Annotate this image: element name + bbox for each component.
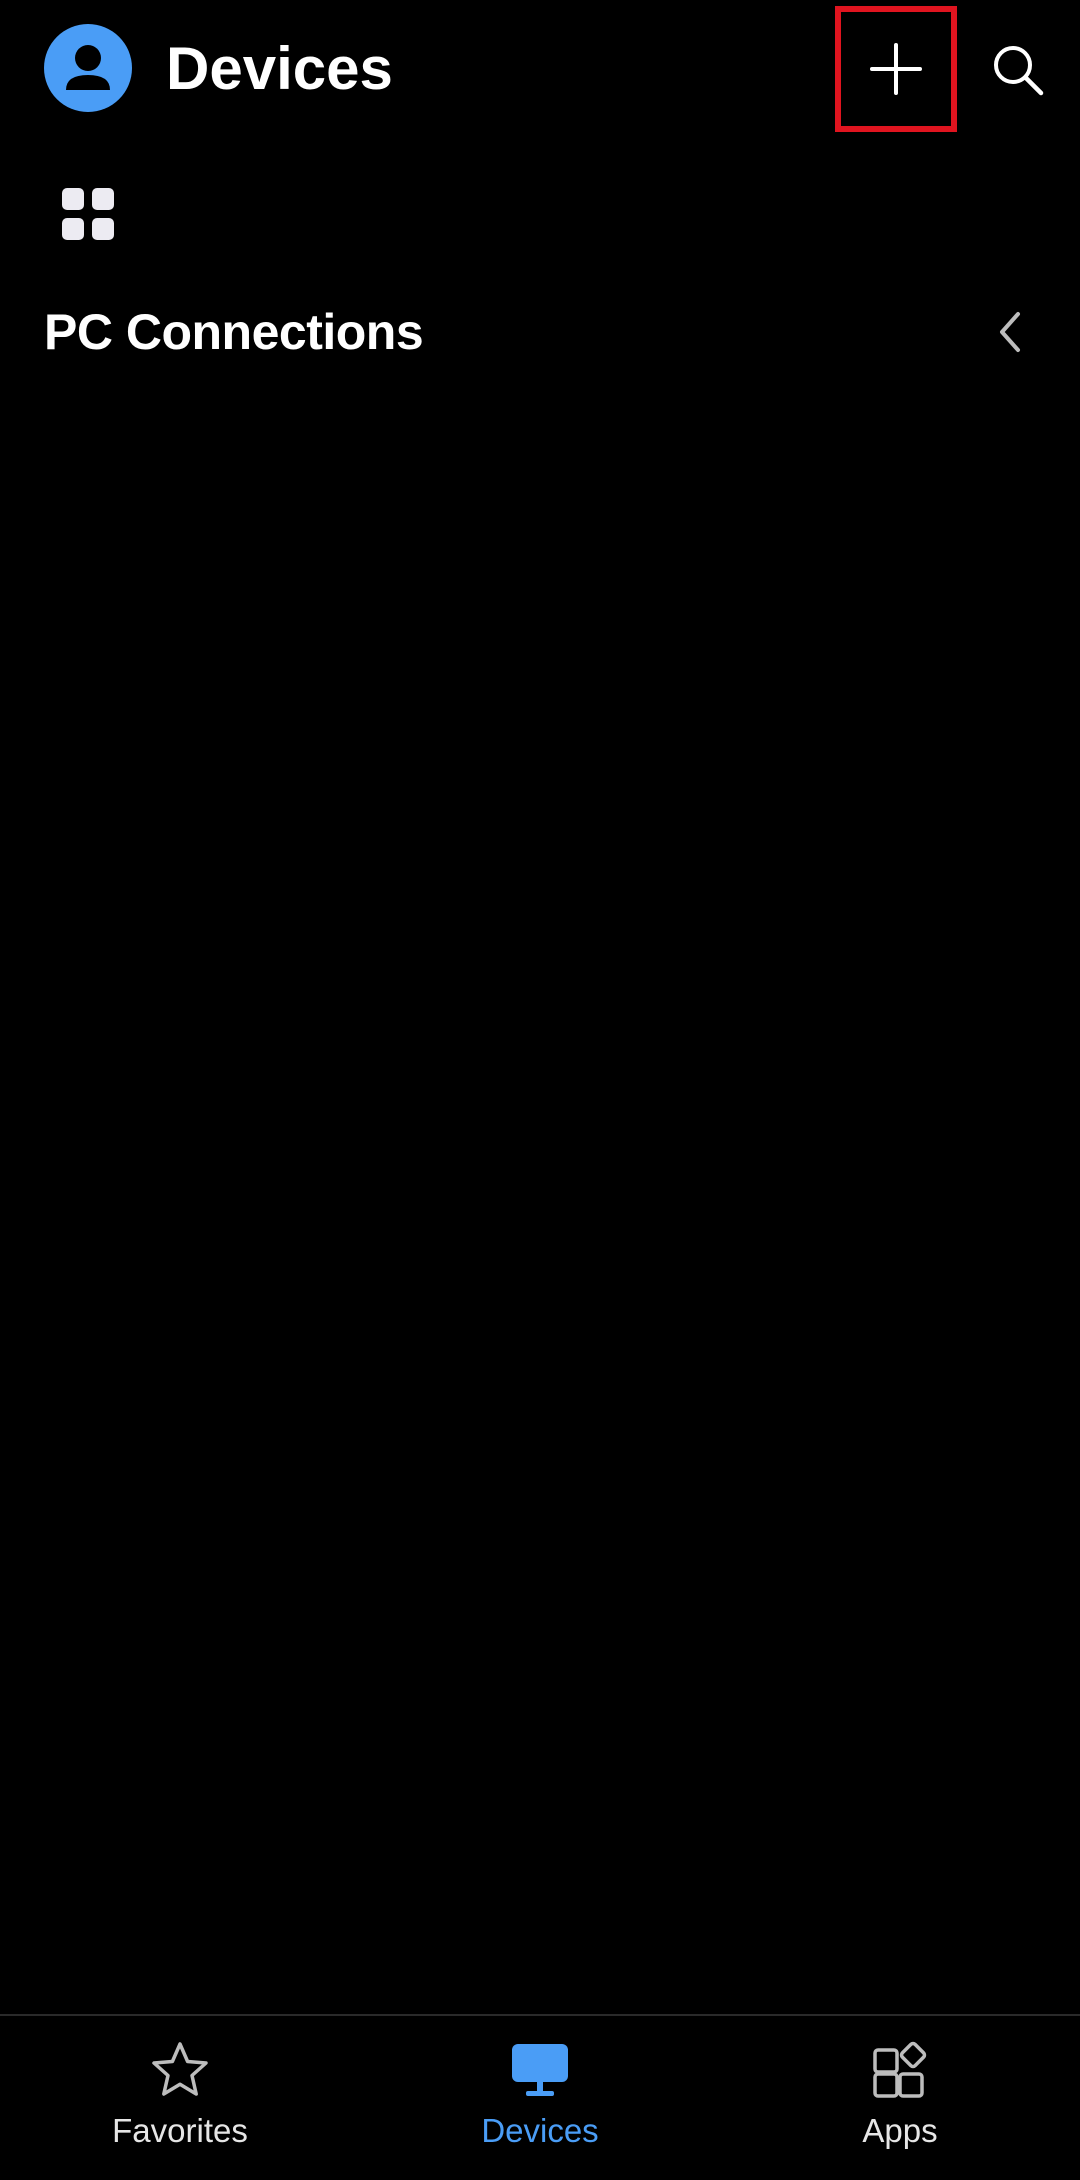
app-header: Devices bbox=[0, 0, 1080, 140]
nav-item-favorites[interactable]: Favorites bbox=[0, 2016, 360, 2180]
person-avatar-icon bbox=[66, 45, 110, 90]
pc-connections-section[interactable]: PC Connections bbox=[0, 290, 1080, 380]
apps-icon bbox=[873, 2041, 927, 2098]
nav-label-devices: Devices bbox=[481, 2112, 599, 2149]
grid-view-icon bbox=[62, 188, 114, 240]
nav-label-favorites: Favorites bbox=[112, 2112, 248, 2149]
plus-icon bbox=[870, 43, 922, 95]
devices-screen: Devices PC Connections Favorites Devices… bbox=[0, 0, 1080, 2180]
page-title: Devices bbox=[166, 35, 393, 102]
nav-item-devices[interactable]: Devices bbox=[360, 2016, 720, 2180]
search-icon bbox=[994, 46, 1044, 96]
section-title: PC Connections bbox=[44, 304, 424, 360]
monitor-icon bbox=[512, 2044, 568, 2096]
bottom-navigation: Favorites Devices Apps bbox=[0, 2014, 1080, 2180]
nav-label-apps: Apps bbox=[862, 2112, 938, 2149]
profile-avatar-button[interactable] bbox=[44, 24, 132, 112]
add-device-button[interactable] bbox=[835, 6, 957, 132]
section-collapse-button[interactable] bbox=[980, 302, 1040, 362]
search-button[interactable] bbox=[978, 30, 1058, 110]
star-icon bbox=[152, 2042, 208, 2096]
chevron-left-icon bbox=[1000, 312, 1020, 352]
nav-item-apps[interactable]: Apps bbox=[720, 2016, 1080, 2180]
grid-view-button[interactable] bbox=[58, 184, 118, 244]
